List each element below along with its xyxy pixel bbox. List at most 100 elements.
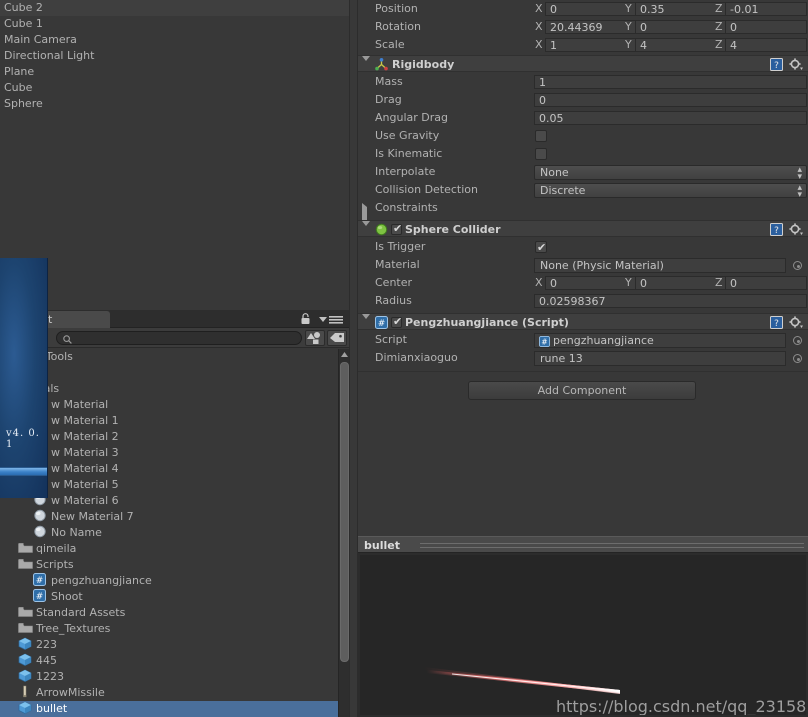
position-y-field[interactable]: 0.35 <box>635 2 739 16</box>
project-item[interactable]: qimeila <box>0 541 338 557</box>
tab-project[interactable]: t <box>40 311 110 328</box>
project-item[interactable]: w Material 6 <box>0 493 338 509</box>
project-item[interactable]: rials <box>0 381 338 397</box>
filter-by-label-button[interactable] <box>327 330 347 346</box>
help-book-icon[interactable]: ? <box>770 58 783 71</box>
preview-viewport[interactable]: https://blog.csdn.net/qq_23158477 <box>360 555 806 715</box>
project-asset-list[interactable]: t_Toolsgrialsw Material w Material 1 w Mat… <box>0 349 338 717</box>
center-z-field[interactable]: 0 <box>725 276 807 290</box>
project-item-selected[interactable]: bullet <box>0 701 338 717</box>
gear-icon[interactable] <box>789 58 803 71</box>
rigidbody-component-header[interactable]: Rigidbody ? <box>358 55 808 74</box>
inspector-panel: Position X 0 Y 0.35 Z -0.01 Rotation X 2… <box>358 0 808 536</box>
rigidbody-body: Mass 1 Drag 0 Angular Drag 0.05 Use Grav… <box>358 73 808 224</box>
project-item[interactable]: w Material <box>0 397 338 413</box>
project-item[interactable]: w Material 2 <box>0 429 338 445</box>
lock-icon[interactable] <box>300 313 311 325</box>
rotation-y-field[interactable]: 0 <box>635 20 739 34</box>
hierarchy-item[interactable]: Sphere <box>0 96 349 112</box>
project-item[interactable]: t_Tools <box>0 349 338 365</box>
project-item[interactable]: 223 <box>0 637 338 653</box>
project-item[interactable]: # pengzhuangjiance <box>0 573 338 589</box>
rigidbody-drag-row: Drag 0 <box>358 91 808 109</box>
gear-icon[interactable] <box>789 316 803 329</box>
scale-y-field[interactable]: 4 <box>635 38 739 52</box>
project-item[interactable]: ArrowMissile <box>0 685 338 701</box>
rigidbody-collision-detection-row: Collision Detection Discrete ▴ ▾ <box>358 181 808 200</box>
drag-label: Drag <box>375 93 402 106</box>
script-enabled-checkbox[interactable] <box>391 315 402 328</box>
project-item[interactable]: g <box>0 365 338 381</box>
rotation-x-field[interactable]: 20.44369 <box>545 20 649 34</box>
project-scrollbar[interactable] <box>338 349 349 717</box>
search-input[interactable] <box>75 332 295 345</box>
gear-icon[interactable] <box>789 223 803 236</box>
project-item[interactable]: w Material 1 <box>0 413 338 429</box>
scale-x-field[interactable]: 1 <box>545 38 649 52</box>
hierarchy-item[interactable]: Plane <box>0 64 349 80</box>
filter-by-type-button[interactable] <box>305 330 325 346</box>
rotation-z-field[interactable]: 0 <box>725 20 807 34</box>
center-y-field[interactable]: 0 <box>635 276 739 290</box>
project-item[interactable]: New Material 7 <box>0 509 338 525</box>
panel-divider[interactable] <box>349 0 358 717</box>
help-book-icon[interactable]: ? <box>770 316 783 329</box>
hierarchy-item[interactable]: Cube 2 <box>0 0 349 16</box>
hierarchy-item[interactable]: Directional Light <box>0 48 349 64</box>
collision-detection-dropdown[interactable]: Discrete ▴ ▾ <box>534 183 807 200</box>
panel-menu-icon[interactable] <box>317 314 345 325</box>
scale-z-field[interactable]: 4 <box>725 38 807 52</box>
radius-field[interactable]: 0.02598367 <box>534 294 807 308</box>
add-component-button[interactable]: Add Component <box>468 381 696 400</box>
axis-label-z: Z <box>715 2 723 15</box>
interpolate-value: None <box>540 166 569 179</box>
angular-drag-field[interactable]: 0.05 <box>534 111 807 125</box>
hierarchy-item[interactable]: Cube 1 <box>0 16 349 32</box>
project-item[interactable]: 1223 <box>0 669 338 685</box>
search-box[interactable] <box>56 331 302 345</box>
physic-material-field[interactable]: None (Physic Material) <box>534 258 786 273</box>
object-picker-icon[interactable] <box>793 336 802 345</box>
scrollbar-thumb[interactable] <box>340 362 349 662</box>
project-item[interactable]: w Material 5 <box>0 477 338 493</box>
splash-overlay: v4. 0. 1 <box>0 258 48 498</box>
script-object-field[interactable]: pengzhuangjiance <box>534 333 786 348</box>
object-picker-icon[interactable] <box>793 261 802 270</box>
project-item-label: 445 <box>36 654 57 667</box>
project-item[interactable]: # Shoot <box>0 589 338 605</box>
project-item[interactable]: w Material 3 <box>0 445 338 461</box>
project-item[interactable]: Standard Assets <box>0 605 338 621</box>
rigidbody-title: Rigidbody <box>392 58 455 71</box>
rigidbody-constraints-row[interactable]: Constraints <box>358 199 808 224</box>
project-item[interactable]: Scripts <box>0 557 338 573</box>
is-kinematic-checkbox[interactable] <box>535 148 547 160</box>
script-component-header[interactable]: # Pengzhuangjiance (Script) ? <box>358 313 808 332</box>
axis-label-y: Y <box>625 20 632 33</box>
position-z-field[interactable]: -0.01 <box>725 2 807 16</box>
dimianxiaoguo-object-field[interactable]: rune 13 <box>534 351 786 366</box>
transform-scale-row: Scale X 1 Y 4 Z 4 <box>358 36 808 54</box>
project-item[interactable]: 445 <box>0 653 338 669</box>
project-item[interactable]: w Material 4 <box>0 461 338 477</box>
drag-field[interactable]: 0 <box>534 93 807 107</box>
position-x-field[interactable]: 0 <box>545 2 649 16</box>
hierarchy-item[interactable]: Cube <box>0 80 349 96</box>
center-x-field[interactable]: 0 <box>545 276 649 290</box>
folder-icon <box>18 542 33 555</box>
project-item-label: w Material 5 <box>51 478 119 491</box>
folder-icon <box>18 622 33 635</box>
project-item[interactable]: Tree_Textures <box>0 621 338 637</box>
use-gravity-checkbox[interactable] <box>535 130 547 142</box>
hierarchy-item[interactable]: Main Camera <box>0 32 349 48</box>
project-item[interactable]: No Name <box>0 525 338 541</box>
sphere-collider-enabled-checkbox[interactable] <box>391 222 402 235</box>
is-trigger-checkbox[interactable] <box>535 239 547 257</box>
object-picker-icon[interactable] <box>793 354 802 363</box>
help-book-icon[interactable]: ? <box>770 223 783 236</box>
mass-field[interactable]: 1 <box>534 75 807 89</box>
interpolate-dropdown[interactable]: None ▴ ▾ <box>534 165 807 182</box>
preview-header[interactable]: bullet <box>358 536 808 553</box>
preview-drag-grip[interactable] <box>420 543 804 548</box>
search-icon <box>63 334 72 344</box>
sphere-collider-component-header[interactable]: Sphere Collider ? <box>358 220 808 239</box>
